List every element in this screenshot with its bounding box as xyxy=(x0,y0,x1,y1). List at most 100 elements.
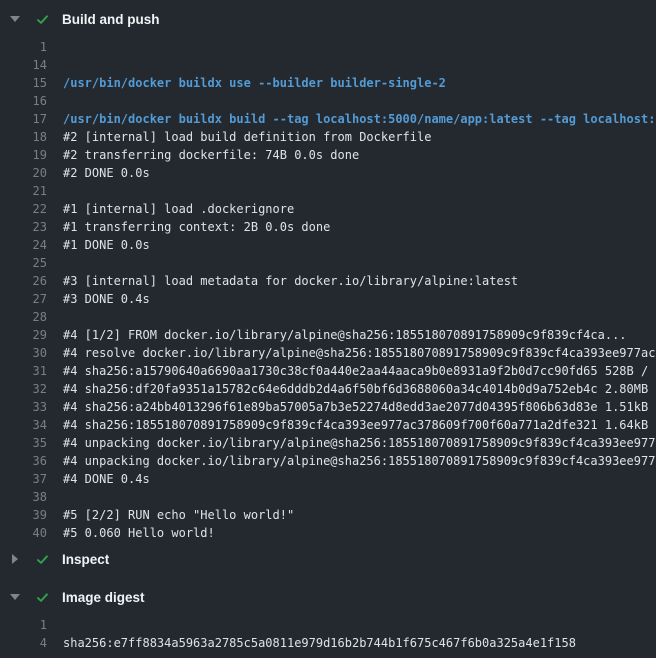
line-number-link[interactable]: 19 xyxy=(0,146,47,164)
log-line[interactable]: 1 Run ./ xyxy=(0,38,656,56)
log-line[interactable]: 30 #4 resolve docker.io/library/alpine@s… xyxy=(0,344,656,362)
log-line-text xyxy=(63,254,656,272)
log-line-text xyxy=(63,308,656,326)
section-header-image-digest[interactable]: Image digest xyxy=(0,584,656,610)
log-line[interactable]: 39 #5 [2/2] RUN echo "Hello world!" xyxy=(0,506,656,524)
log-line[interactable]: 4 sha256:e7ff8834a5963a2785c5a0811e979d1… xyxy=(0,634,656,652)
log-line[interactable]: 40 #5 0.060 Hello world! xyxy=(0,524,656,542)
line-number-link[interactable]: 22 xyxy=(0,200,47,218)
log-line[interactable]: 34 #4 sha256:185518070891758909c9f839cf4… xyxy=(0,416,656,434)
log-line-text: #4 unpacking docker.io/library/alpine@sh… xyxy=(63,452,656,470)
line-number-link[interactable]: 4 xyxy=(0,634,47,652)
log-lines: 1 Run ./ 14 Using builder instance build… xyxy=(0,32,656,546)
log-line[interactable]: 18 #2 [internal] load build definition f… xyxy=(0,128,656,146)
log-line-text: #4 [1/2] FROM docker.io/library/alpine@s… xyxy=(63,326,656,344)
log-line[interactable]: 27 #3 DONE 0.4s xyxy=(0,290,656,308)
log-line-text: #4 resolve docker.io/library/alpine@sha2… xyxy=(63,344,656,362)
log-text: #2 DONE 0.0s xyxy=(63,166,150,180)
log-line-text: sha256:e7ff8834a5963a2785c5a0811e979d16b… xyxy=(63,634,656,652)
line-number-link[interactable]: 34 xyxy=(0,416,47,434)
log-line[interactable]: 28 xyxy=(0,308,656,326)
log-line-text: Starting build... xyxy=(63,92,656,110)
log-line[interactable]: 32 #4 sha256:df20fa9351a15782c64e6dddb2d… xyxy=(0,380,656,398)
log-text: #4 [1/2] FROM docker.io/library/alpine@s… xyxy=(63,328,627,342)
section-title: Inspect xyxy=(62,552,109,567)
log-line-text xyxy=(63,488,656,506)
line-number-link[interactable]: 40 xyxy=(0,524,47,542)
section-header-inspect[interactable]: Inspect xyxy=(0,546,656,572)
chevron-down-icon xyxy=(10,594,20,600)
log-line[interactable]: 20 #2 DONE 0.0s xyxy=(0,164,656,182)
log-line[interactable]: 23 #1 transferring context: 2B 0.0s done xyxy=(0,218,656,236)
log-line[interactable]: 25 xyxy=(0,254,656,272)
log-text: sha256:e7ff8834a5963a2785c5a0811e979d16b… xyxy=(63,636,576,650)
line-number-link[interactable]: 25 xyxy=(0,254,47,272)
line-number-link[interactable]: 16 xyxy=(0,92,47,110)
log-line-text: #4 sha256:a24bb4013296f61e89ba57005a7b3e… xyxy=(63,398,656,416)
line-number-link[interactable]: 28 xyxy=(0,308,47,326)
line-number-link[interactable]: 29 xyxy=(0,326,47,344)
log-line-text: #1 [internal] load .dockerignore xyxy=(63,200,656,218)
line-number-link[interactable]: 27 xyxy=(0,290,47,308)
line-number-link[interactable]: 30 xyxy=(0,344,47,362)
line-number-link[interactable]: 33 xyxy=(0,398,47,416)
log-line-text: #1 DONE 0.0s xyxy=(63,236,656,254)
log-text: #4 unpacking docker.io/library/alpine@sh… xyxy=(63,454,656,468)
log-line[interactable]: 21 xyxy=(0,182,656,200)
log-text: #2 [internal] load build definition from… xyxy=(63,130,431,144)
section-chevron-box xyxy=(0,554,30,564)
log-line[interactable]: 29 #4 [1/2] FROM docker.io/library/alpin… xyxy=(0,326,656,344)
log-line[interactable]: 26 #3 [internal] load metadata for docke… xyxy=(0,272,656,290)
line-number-link[interactable]: 38 xyxy=(0,488,47,506)
log-line[interactable]: 14 Using builder instance builder-single… xyxy=(0,56,656,74)
log-line[interactable]: 16 Starting build... xyxy=(0,92,656,110)
line-number-link[interactable]: 31 xyxy=(0,362,47,380)
success-check-icon xyxy=(30,552,54,567)
log-text: #4 sha256:a15790640a6690aa1730c38cf0a440… xyxy=(63,364,656,378)
section-chevron-box xyxy=(0,16,30,22)
log-line-text: Using builder instance builder-single-2 xyxy=(63,56,656,74)
line-number-link[interactable]: 21 xyxy=(0,182,47,200)
log-line-text: #4 sha256:a15790640a6690aa1730c38cf0a440… xyxy=(63,362,656,380)
log-line[interactable]: 37 #4 DONE 0.4s xyxy=(0,470,656,488)
success-check-icon xyxy=(30,12,54,27)
log-text: #1 transferring context: 2B 0.0s done xyxy=(63,220,330,234)
log-line[interactable]: 22 #1 [internal] load .dockerignore xyxy=(0,200,656,218)
log-line[interactable]: 19 #2 transferring dockerfile: 74B 0.0s … xyxy=(0,146,656,164)
log-line[interactable]: 15 /usr/bin/docker buildx use --builder … xyxy=(0,74,656,92)
log-line[interactable]: 31 #4 sha256:a15790640a6690aa1730c38cf0a… xyxy=(0,362,656,380)
log-line[interactable]: 35 #4 unpacking docker.io/library/alpine… xyxy=(0,434,656,452)
section-header-build-and-push[interactable]: Build and push xyxy=(0,6,656,32)
log-line[interactable]: 1 Run echo sha256:e7ff8834a5963a2785c5a0… xyxy=(0,616,656,634)
log-text: #3 DONE 0.4s xyxy=(63,292,150,306)
line-number-link[interactable]: 35 xyxy=(0,434,47,452)
line-number-link[interactable]: 18 xyxy=(0,128,47,146)
log-line[interactable]: 38 xyxy=(0,488,656,506)
line-number-link[interactable]: 17 xyxy=(0,110,47,128)
log-text: #4 sha256:df20fa9351a15782c64e6dddb2d4a6… xyxy=(63,382,656,396)
log-line-text xyxy=(63,182,656,200)
line-number-link[interactable]: 32 xyxy=(0,380,47,398)
log-line-text: #2 DONE 0.0s xyxy=(63,164,656,182)
workflow-log-viewer: Build and push 1 Run ./ 14 Using builder… xyxy=(0,0,656,656)
line-number-link[interactable]: 24 xyxy=(0,236,47,254)
line-number-link[interactable]: 26 xyxy=(0,272,47,290)
line-number-link[interactable]: 1 xyxy=(0,38,47,56)
log-lines: 1 Run echo sha256:e7ff8834a5963a2785c5a0… xyxy=(0,610,656,656)
line-number-link[interactable]: 1 xyxy=(0,616,47,634)
section-title: Build and push xyxy=(62,12,160,27)
line-number-link[interactable]: 14 xyxy=(0,56,47,74)
line-number-link[interactable]: 23 xyxy=(0,218,47,236)
line-number-link[interactable]: 37 xyxy=(0,470,47,488)
line-number-link[interactable]: 15 xyxy=(0,74,47,92)
log-text: #3 [internal] load metadata for docker.i… xyxy=(63,274,518,288)
line-number-link[interactable]: 36 xyxy=(0,452,47,470)
line-number-link[interactable]: 20 xyxy=(0,164,47,182)
log-line[interactable]: 24 #1 DONE 0.0s xyxy=(0,236,656,254)
log-line[interactable]: 33 #4 sha256:a24bb4013296f61e89ba57005a7… xyxy=(0,398,656,416)
log-line-text: #4 unpacking docker.io/library/alpine@sh… xyxy=(63,434,656,452)
log-line[interactable]: 36 #4 unpacking docker.io/library/alpine… xyxy=(0,452,656,470)
log-line[interactable]: 17 /usr/bin/docker buildx build --tag lo… xyxy=(0,110,656,128)
line-number-link[interactable]: 39 xyxy=(0,506,47,524)
log-text: #5 [2/2] RUN echo "Hello world!" xyxy=(63,508,294,522)
